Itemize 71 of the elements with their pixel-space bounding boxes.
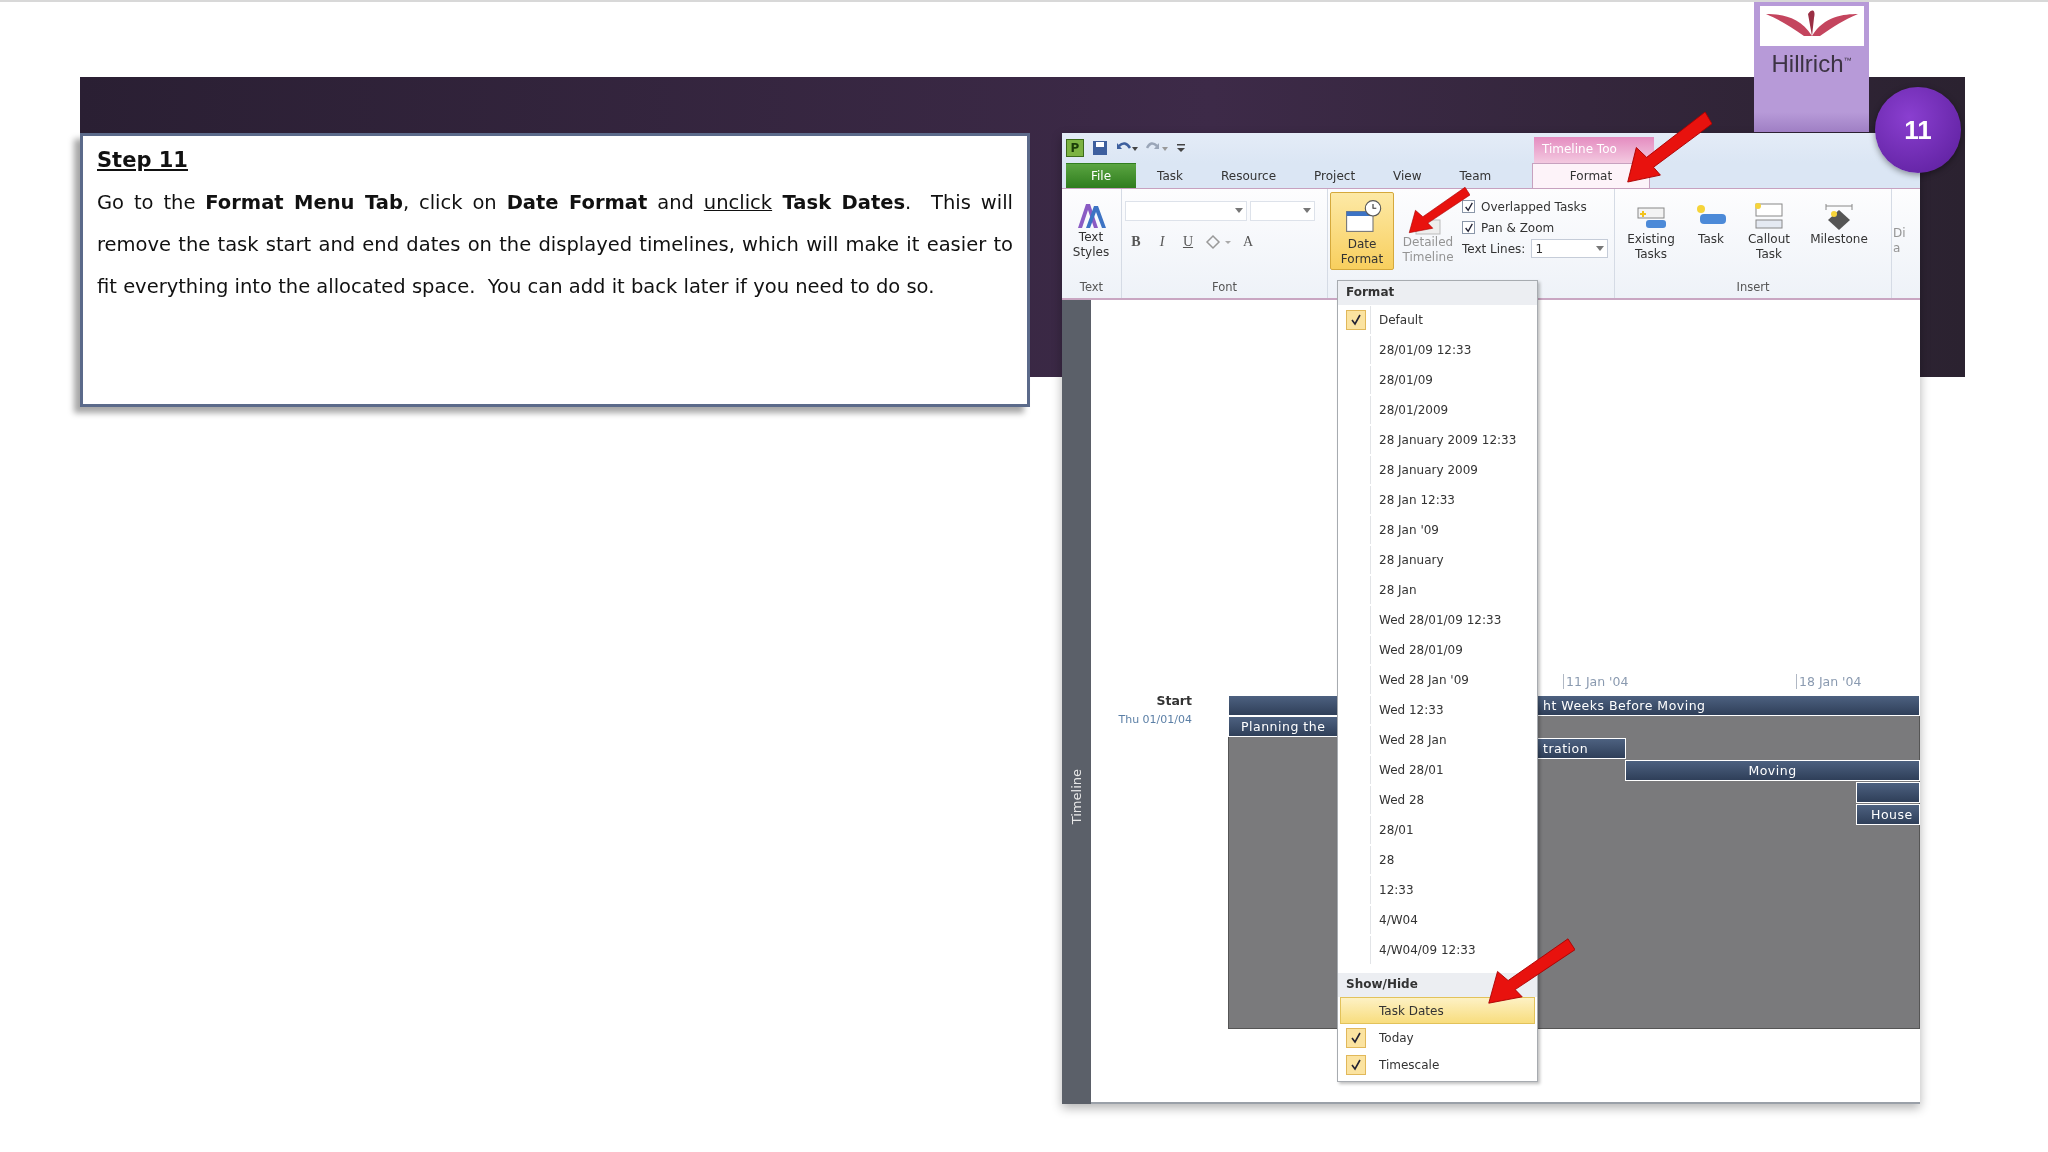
app-icon[interactable]: P: [1066, 139, 1084, 157]
format-button[interactable]: B: [1125, 234, 1147, 250]
group-label: Text: [1078, 280, 1105, 296]
menu-item[interactable]: 28/01/2009: [1340, 395, 1535, 425]
start-label: Start: [1156, 693, 1192, 708]
insert-button[interactable]: Existing Tasks: [1618, 197, 1684, 265]
task-bar[interactable]: House: [1856, 804, 1920, 825]
ribbon-tab[interactable]: Resource: [1204, 163, 1294, 188]
menu-item[interactable]: 28/01/09: [1340, 365, 1535, 395]
wings-icon: [1759, 6, 1864, 46]
insert-button[interactable]: Task: [1688, 197, 1734, 250]
menu-item[interactable]: Default: [1340, 305, 1535, 335]
menu-item[interactable]: Wed 28 Jan '09: [1340, 665, 1535, 695]
menu-item[interactable]: 28 January: [1340, 545, 1535, 575]
menu-item[interactable]: Wed 28/01/09 12:33: [1340, 605, 1535, 635]
pointer-arrow: [1408, 186, 1470, 234]
date-tick: 11 Jan '04: [1563, 674, 1629, 689]
menu-item[interactable]: Wed 28/01: [1340, 755, 1535, 785]
menu-item[interactable]: 28: [1340, 845, 1535, 875]
text-styles-button[interactable]: Text Styles: [1065, 197, 1117, 263]
menu-item[interactable]: 4/W04: [1340, 905, 1535, 935]
font-color-button[interactable]: A: [1237, 234, 1259, 250]
date-tick: 18 Jan '04: [1796, 674, 1862, 689]
menu-item[interactable]: Task Dates: [1340, 997, 1535, 1024]
file-tab[interactable]: File: [1066, 163, 1137, 188]
menu-item[interactable]: 28 Jan: [1340, 575, 1535, 605]
option-checkbox[interactable]: Pan & Zoom: [1462, 217, 1608, 238]
menu-item[interactable]: 28/01/09 12:33: [1340, 335, 1535, 365]
size-field[interactable]: [1250, 201, 1315, 221]
font-field[interactable]: [1125, 201, 1247, 221]
menu-section-title: Format: [1338, 281, 1537, 305]
menu-item[interactable]: Wed 28: [1340, 785, 1535, 815]
dropdown-icon: [1596, 245, 1604, 252]
timeline-label: Timeline: [1069, 768, 1084, 824]
menu-item[interactable]: 28 January 2009: [1340, 455, 1535, 485]
save-icon: [1092, 140, 1108, 156]
task-bar[interactable]: [1856, 782, 1920, 803]
menu-item[interactable]: 28 Jan 12:33: [1340, 485, 1535, 515]
group-label: Insert: [1735, 280, 1771, 296]
dropdown-icon: [1303, 208, 1311, 214]
group-label: Font: [1210, 280, 1238, 296]
option-checkbox[interactable]: Overlapped Tasks: [1462, 196, 1608, 217]
insert-button[interactable]: Milestone: [1804, 197, 1874, 250]
menu-item[interactable]: 12:33: [1340, 875, 1535, 905]
menu-item[interactable]: 28 Jan '09: [1340, 515, 1535, 545]
dropdown-icon: [1235, 208, 1243, 214]
menu-item[interactable]: Today: [1340, 1024, 1535, 1051]
text-lines-label: Text Lines:: [1462, 241, 1526, 256]
menu-item[interactable]: Wed 28/01/09: [1340, 635, 1535, 665]
task-bar[interactable]: Moving: [1625, 760, 1920, 781]
start-date: Thu 01/01/04: [1118, 713, 1192, 726]
insert-button[interactable]: Callout Task: [1738, 197, 1800, 265]
context-tab-title: Timeline Too: [1534, 137, 1654, 163]
ribbon-tab[interactable]: View: [1376, 163, 1439, 188]
callout-icon: [1752, 200, 1786, 232]
menu-item[interactable]: 28/01: [1340, 815, 1535, 845]
check-icon: [1463, 222, 1474, 233]
menu-item[interactable]: 28 January 2009 12:33: [1340, 425, 1535, 455]
ribbon-tab[interactable]: Task: [1140, 163, 1200, 188]
step-heading: Step 11: [97, 148, 189, 172]
text-lines-field[interactable]: 1: [1531, 239, 1608, 258]
check-icon: [1463, 201, 1474, 212]
menu-item[interactable]: Timescale: [1340, 1051, 1535, 1078]
logo-text: Hillrich$^{™}$: [1771, 50, 1852, 78]
format-button[interactable]: I: [1151, 234, 1173, 250]
ribbon-tab[interactable]: Project: [1297, 163, 1373, 188]
instruction-text: Go to the Format Menu Tab, click on Date Format and unclick Task Dates. This will remove the task start and end dates on the displayed timelines, which will make it easier to fit everything into the allocated space. You can add it back later if you need to do so.: [97, 190, 1013, 300]
ribbon-tab[interactable]: Team: [1442, 163, 1509, 188]
format-button[interactable]: U: [1177, 234, 1199, 250]
date-format-button[interactable]: Date Format: [1330, 192, 1394, 270]
menu-item[interactable]: 4/W04/09 12:33: [1340, 935, 1535, 965]
